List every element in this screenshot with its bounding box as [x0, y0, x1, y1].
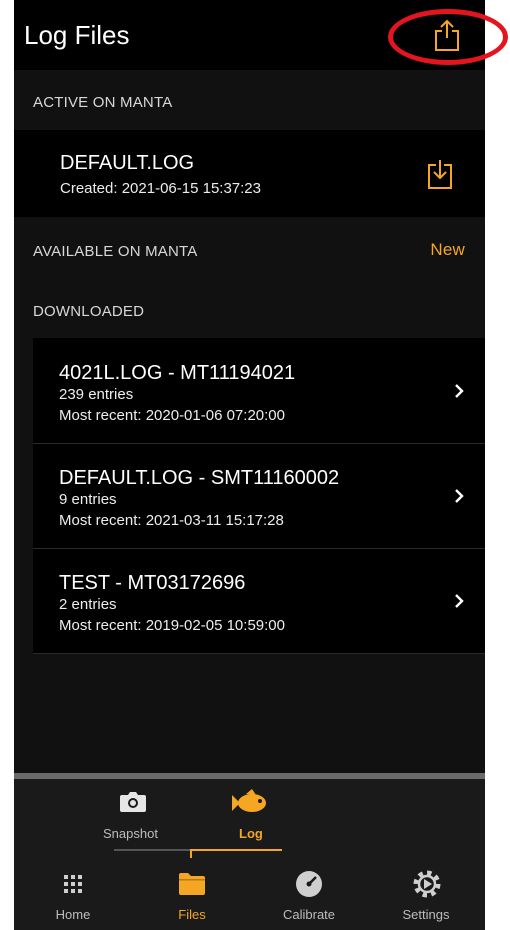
log-created: Created: 2021-06-15 15:37:23 — [60, 180, 261, 197]
tab-label: Home — [55, 907, 91, 922]
log-entries: 239 entries — [59, 386, 134, 403]
chevron-right-icon — [455, 489, 464, 503]
log-files-screen: Log Files ACTIVE ON MANTA DEFAULT.LOG Cr… — [14, 0, 485, 930]
log-entries: 2 entries — [59, 596, 117, 613]
mode-selection-indicator — [190, 849, 282, 851]
downloaded-log-row[interactable]: TEST - MT03172696 2 entries Most recent:… — [33, 549, 485, 653]
download-icon[interactable] — [427, 156, 453, 190]
gauge-icon — [296, 871, 322, 897]
active-log-row[interactable]: DEFAULT.LOG Created: 2021-06-15 15:37:23 — [14, 130, 485, 217]
section-title: AVAILABLE ON MANTA — [33, 243, 198, 260]
mode-switch: Snapshot Log — [14, 779, 485, 859]
log-name: TEST - MT03172696 — [59, 572, 246, 594]
nav-header: Log Files — [14, 0, 485, 70]
chevron-right-icon — [455, 594, 464, 608]
log-most-recent: Most recent: 2021-03-11 15:17:28 — [59, 512, 284, 529]
section-header-available: AVAILABLE ON MANTA New — [14, 219, 485, 279]
section-title: ACTIVE ON MANTA — [33, 94, 173, 111]
gear-icon — [413, 870, 441, 898]
log-name: 4021L.LOG - MT11194021 — [59, 362, 296, 384]
mode-label: Snapshot — [103, 826, 158, 841]
section-header-active: ACTIVE ON MANTA — [14, 70, 485, 130]
fish-icon — [232, 789, 266, 812]
tab-calibrate[interactable]: Calibrate — [250, 858, 368, 930]
mode-option-log[interactable]: Log — [220, 779, 280, 841]
log-most-recent: Most recent: 2019-02-05 10:59:00 — [59, 617, 285, 634]
share-icon[interactable] — [432, 18, 462, 52]
tab-home[interactable]: Home — [14, 858, 132, 930]
grid-icon — [64, 875, 82, 893]
chevron-right-icon — [455, 384, 464, 398]
log-name: DEFAULT.LOG — [60, 152, 195, 174]
log-most-recent: Most recent: 2020-01-06 07:20:00 — [59, 407, 285, 424]
new-log-button[interactable]: New — [430, 240, 465, 260]
camera-icon — [120, 792, 146, 812]
mode-label: Log — [239, 826, 263, 841]
tab-label: Settings — [402, 907, 450, 922]
mode-option-snapshot[interactable]: Snapshot — [102, 779, 180, 841]
log-entries: 9 entries — [59, 491, 117, 508]
tab-settings[interactable]: Settings — [368, 858, 485, 930]
row-separator — [33, 653, 485, 654]
tab-label: Calibrate — [282, 907, 336, 922]
tab-bar: Home Files Calibrate Settings — [14, 858, 485, 930]
folder-icon — [179, 873, 205, 895]
section-header-downloaded: DOWNLOADED — [14, 279, 485, 339]
downloaded-log-row[interactable]: 4021L.LOG - MT11194021 239 entries Most … — [33, 338, 485, 443]
page-title: Log Files — [24, 20, 130, 50]
log-name: DEFAULT.LOG - SMT11160002 — [59, 467, 340, 489]
tab-label: Files — [178, 907, 206, 922]
section-title: DOWNLOADED — [33, 303, 145, 320]
downloaded-log-row[interactable]: DEFAULT.LOG - SMT11160002 9 entries Most… — [33, 444, 485, 548]
tab-files[interactable]: Files — [132, 858, 250, 930]
